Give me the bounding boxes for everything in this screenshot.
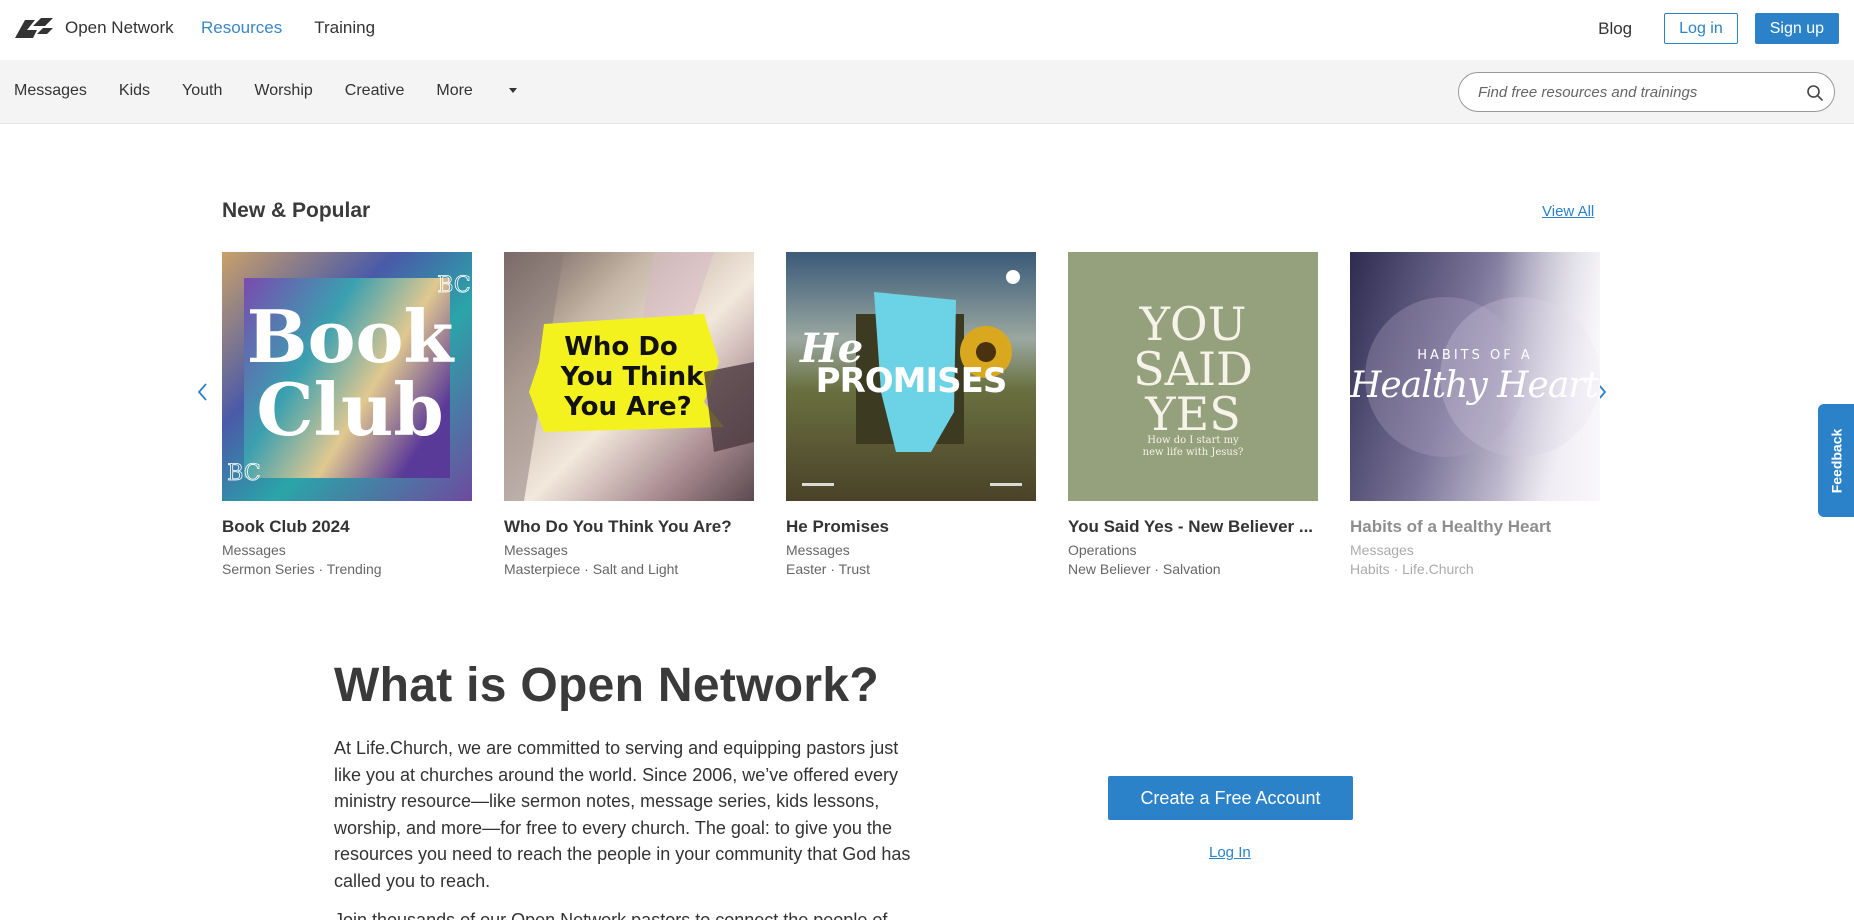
he-promises-artwork: He PROMISES — [786, 252, 1036, 501]
logo-text: Open Network — [65, 18, 174, 37]
card-tags: Sermon Series · Trending — [222, 561, 382, 577]
card-tags: Habits · Life.Church — [1350, 561, 1474, 577]
nav-resources[interactable]: Resources — [201, 18, 282, 38]
about-paragraph: At Life.Church, we are committed to serv… — [334, 738, 911, 891]
art-subtext: new life with Jesus? — [1143, 447, 1244, 458]
card-title[interactable]: He Promises — [786, 517, 1036, 537]
resource-card[interactable]: He PROMISES He Promises Messages Easter … — [786, 252, 1036, 577]
art-subtext: How do I start my — [1147, 435, 1239, 446]
card-category: Messages — [1350, 542, 1414, 558]
card-tags: Masterpiece · Salt and Light — [504, 561, 679, 577]
who-do-you-think-artwork: Who Do You Think You Are? — [504, 252, 754, 501]
card-tags: New Believer · Salvation — [1068, 561, 1221, 577]
create-account-button[interactable]: Create a Free Account — [1108, 776, 1353, 820]
card-tags: Easter · Trust — [786, 561, 871, 577]
you-said-yes-artwork: YOU SAID YES How do I start my new life … — [1068, 252, 1318, 501]
art-text: Club — [256, 367, 443, 452]
category-creative[interactable]: Creative — [345, 82, 405, 100]
category-nav: Messages Kids Youth Worship Creative Mor… — [0, 60, 1854, 124]
card-category: Messages — [786, 542, 850, 558]
art-text: You Are? — [563, 392, 692, 422]
section-title: New & Popular — [222, 199, 371, 222]
card-category: Messages — [222, 542, 286, 558]
carousel: Book Club BC BC Book Club 2024 Messages … — [222, 252, 1600, 582]
carousel-prev-icon[interactable] — [196, 382, 210, 402]
card-category: Messages — [504, 542, 568, 558]
category-youth[interactable]: Youth — [182, 82, 222, 100]
card-thumbnail[interactable]: He PROMISES — [786, 252, 1036, 501]
lifechurch-logo-icon — [15, 18, 53, 38]
art-text: HABITS OF A — [1417, 348, 1532, 363]
art-text: You Think — [560, 362, 705, 392]
corner-monogram: BC — [227, 461, 260, 486]
login-link[interactable]: Log In — [1209, 844, 1251, 861]
card-category: Operations — [1068, 542, 1137, 558]
resource-card[interactable]: YOU SAID YES How do I start my new life … — [1068, 252, 1318, 577]
card-title[interactable]: Who Do You Think You Are? — [504, 517, 754, 537]
card-title[interactable]: You Said Yes - New Believer ... — [1068, 517, 1318, 537]
feedback-label-wrap: Feedback — [1818, 404, 1854, 517]
resource-card[interactable]: HABITS OF A Healthy Heart Habits of a He… — [1350, 252, 1600, 577]
header-actions: Blog Log in Sign up — [1598, 13, 1839, 44]
category-messages[interactable]: Messages — [14, 82, 87, 100]
view-all-link[interactable]: View All — [1542, 203, 1594, 220]
signup-button[interactable]: Sign up — [1754, 13, 1839, 44]
about-heading: What is Open Network? — [334, 659, 880, 712]
about-paragraph-2: Join thousands of our Open Network pasto… — [334, 910, 888, 920]
card-title[interactable]: Habits of a Healthy Heart — [1350, 517, 1600, 537]
category-worship[interactable]: Worship — [254, 82, 312, 100]
resource-card[interactable]: Book Club BC BC Book Club 2024 Messages … — [222, 252, 472, 577]
category-more-dropdown[interactable]: More — [436, 82, 517, 100]
card-thumbnail[interactable]: HABITS OF A Healthy Heart — [1350, 252, 1600, 501]
art-text: YES — [1144, 387, 1240, 441]
logo[interactable]: Open Network — [13, 16, 174, 40]
corner-monogram: BC — [437, 273, 470, 298]
feedback-tab[interactable]: Feedback — [1818, 404, 1854, 517]
login-button[interactable]: Log in — [1664, 13, 1738, 44]
feedback-label: Feedback — [1828, 428, 1844, 493]
more-label: More — [436, 82, 473, 99]
card-thumbnail[interactable]: Book Club BC BC — [222, 252, 472, 501]
art-text: Healthy Heart — [1350, 365, 1600, 406]
card-thumbnail[interactable]: YOU SAID YES How do I start my new life … — [1068, 252, 1318, 501]
top-bar: Open Network Resources Training Blog Log… — [0, 0, 1854, 60]
blog-link[interactable]: Blog — [1598, 19, 1632, 39]
book-club-artwork: Book Club BC BC — [222, 252, 472, 501]
card-title[interactable]: Book Club 2024 — [222, 517, 472, 537]
search-input[interactable] — [1478, 82, 1788, 102]
top-nav: Resources Training — [201, 18, 375, 38]
art-text: Who Do — [564, 332, 678, 362]
search-box[interactable] — [1458, 72, 1835, 112]
resource-card[interactable]: Who Do You Think You Are? Who Do You Thi… — [504, 252, 754, 577]
caret-down-icon — [508, 88, 517, 94]
category-nav-items: Messages Kids Youth Worship Creative Mor… — [14, 82, 549, 100]
healthy-heart-artwork: HABITS OF A Healthy Heart — [1350, 252, 1600, 501]
art-text: PROMISES — [816, 361, 1007, 401]
card-thumbnail[interactable]: Who Do You Think You Are? — [504, 252, 754, 501]
category-kids[interactable]: Kids — [119, 82, 150, 100]
search-icon[interactable] — [1806, 84, 1824, 102]
nav-training[interactable]: Training — [314, 18, 375, 38]
